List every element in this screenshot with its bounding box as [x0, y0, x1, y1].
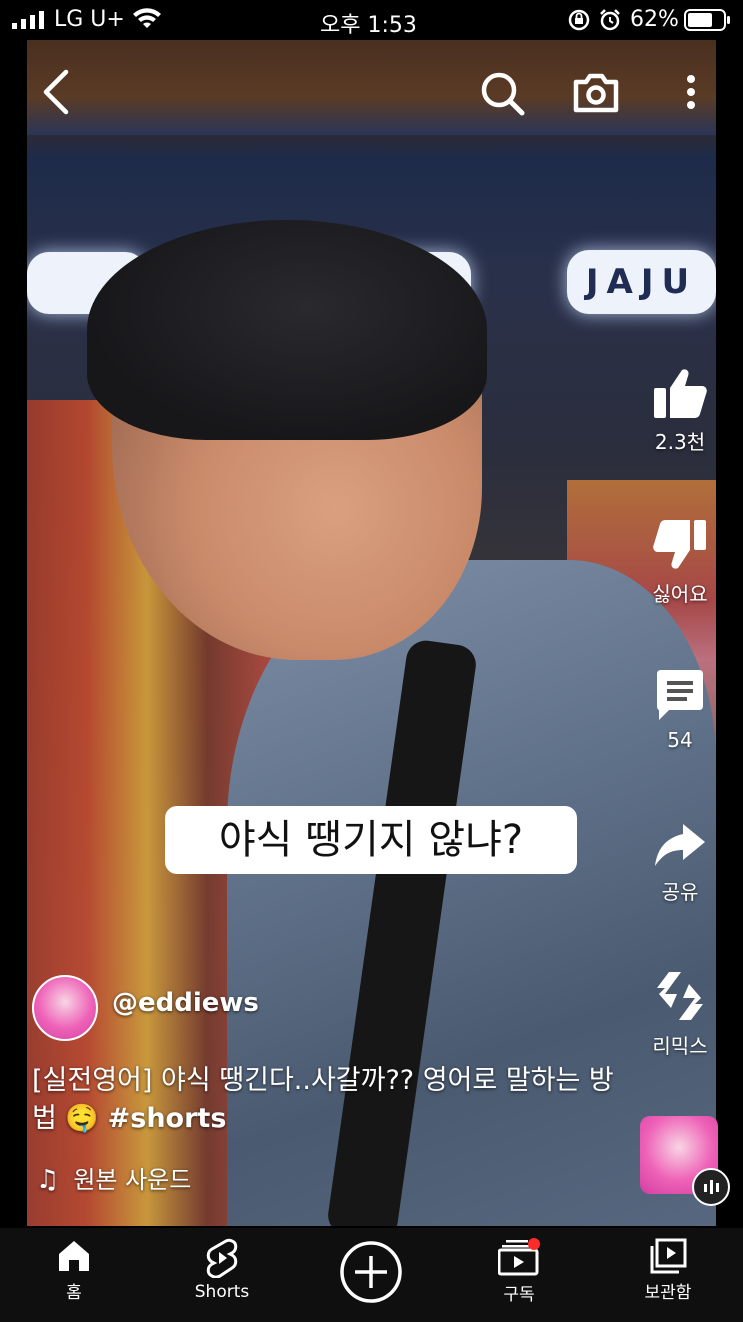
comment-icon: [635, 668, 725, 722]
clock: 오후 1:53: [320, 13, 417, 38]
like-count: 2.3천: [654, 430, 706, 454]
comment-count: 54: [667, 728, 693, 752]
sound-label: 원본 사운드: [73, 1166, 192, 1194]
share-label: 공유: [661, 880, 699, 904]
alarm-icon: [598, 8, 622, 36]
remix-label: 리믹스: [652, 1034, 708, 1058]
camera-icon[interactable]: [572, 66, 620, 118]
dislike-label: 싫어요: [652, 582, 708, 606]
person-hair: [87, 220, 487, 440]
nav-library[interactable]: 보관함: [608, 1238, 728, 1303]
remix-icon: [635, 968, 725, 1024]
nav-shorts-label: Shorts: [194, 1282, 250, 1302]
signal-icon: [12, 11, 48, 33]
sound-row[interactable]: ♫ 원본 사운드: [36, 1160, 191, 1195]
carrier-label: LG U+: [54, 7, 125, 32]
like-button[interactable]: 2.3천: [635, 366, 725, 455]
back-arrow-icon[interactable]: [38, 66, 72, 118]
thumbs-up-icon: [635, 366, 725, 420]
video-title[interactable]: [실전영어] 야식 땡긴다..사갈까?? 영어로 말하는 방법 🤤 #short…: [32, 1062, 622, 1138]
status-bar: LG U+ 오후 1:53 62%: [0, 0, 743, 40]
channel-avatar[interactable]: [32, 975, 98, 1041]
create-button[interactable]: [339, 1240, 403, 1304]
plus-circle-icon: [340, 1241, 402, 1303]
wifi-icon: [132, 8, 162, 34]
library-icon: [608, 1238, 728, 1274]
thumbs-down-icon: [635, 518, 725, 572]
remix-button[interactable]: 리믹스: [635, 968, 725, 1059]
nav-subscriptions-label: 구독: [503, 1285, 535, 1305]
shorts-icon: [162, 1238, 282, 1278]
share-icon: [635, 820, 725, 870]
music-note-icon: ♫: [36, 1165, 60, 1195]
subscriptions-icon: [459, 1238, 579, 1276]
search-icon[interactable]: [478, 66, 526, 118]
nav-shorts[interactable]: Shorts: [162, 1238, 282, 1302]
hashtag-link[interactable]: #shorts: [108, 1103, 227, 1134]
nav-home[interactable]: 홈: [14, 1238, 134, 1303]
nav-library-label: 보관함: [644, 1283, 692, 1303]
battery-percent: 62%: [630, 7, 679, 32]
sound-bars-icon: [692, 1168, 730, 1206]
nav-home-label: 홈: [66, 1283, 82, 1303]
store-sign-jaju: JAJU: [567, 250, 716, 314]
home-icon: [14, 1238, 134, 1274]
more-vertical-icon[interactable]: [684, 66, 698, 118]
channel-name[interactable]: @eddiews: [112, 988, 259, 1018]
dislike-button[interactable]: 싫어요: [635, 518, 725, 607]
shorts-video[interactable]: JAJU: [27, 40, 716, 1226]
share-button[interactable]: 공유: [635, 820, 725, 905]
comments-button[interactable]: 54: [635, 668, 725, 752]
video-caption: 야식 땡기지 않냐?: [165, 806, 577, 874]
nav-subscriptions[interactable]: 구독: [459, 1238, 579, 1305]
rotation-lock-icon: [568, 9, 590, 35]
battery-icon: [684, 9, 732, 35]
